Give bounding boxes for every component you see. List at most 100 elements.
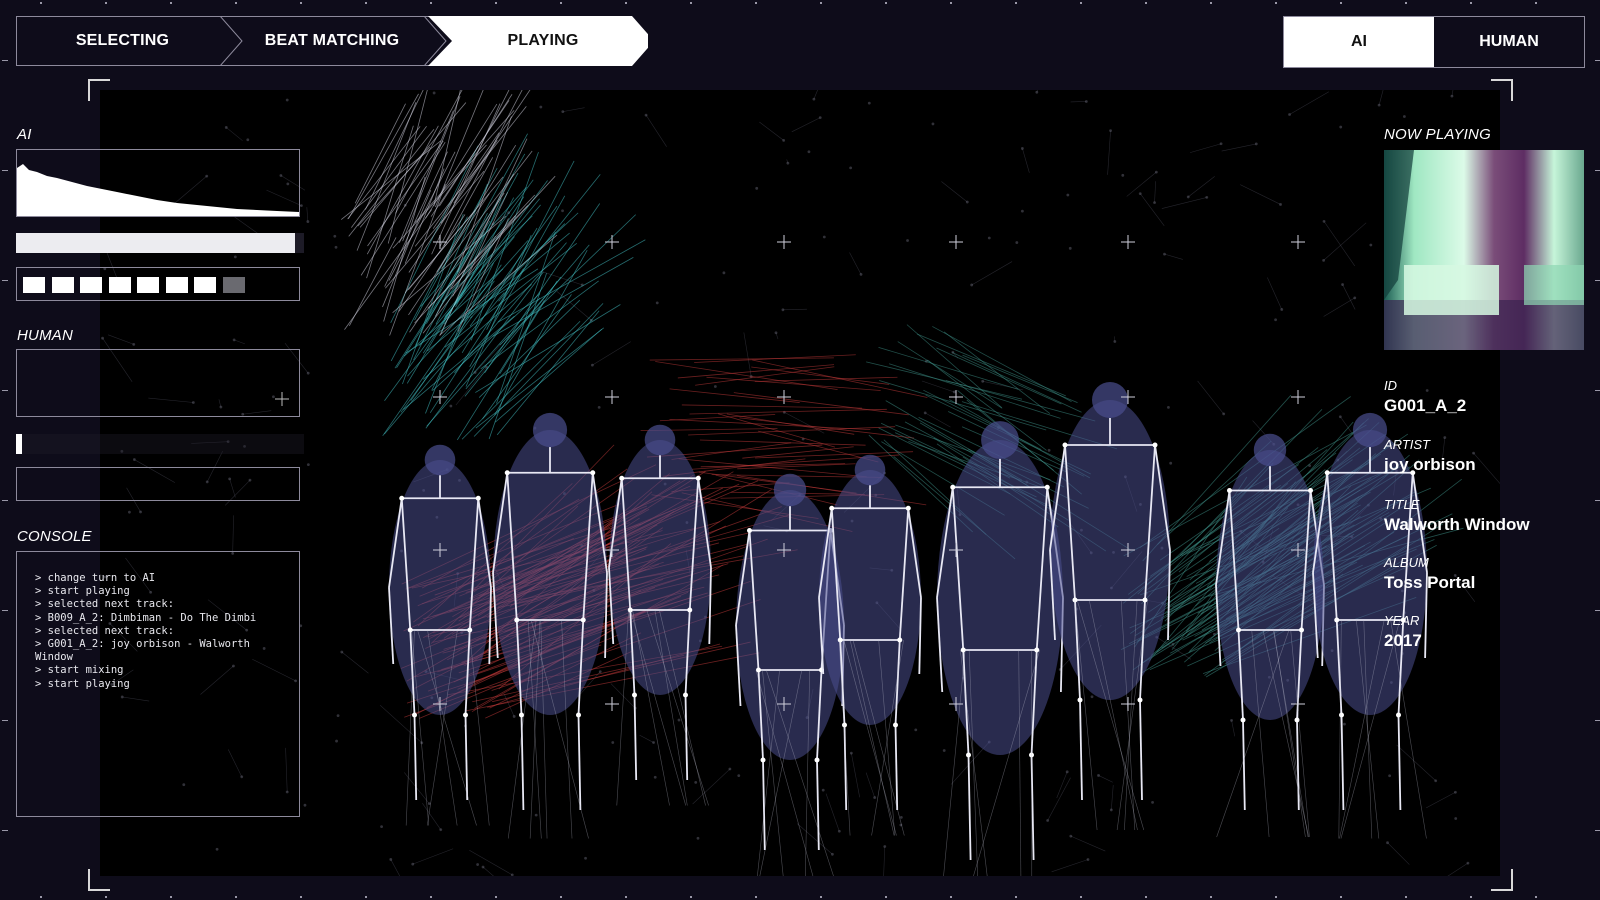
skeleton-bone bbox=[1242, 719, 1246, 811]
network-edge bbox=[1378, 90, 1384, 106]
network-node bbox=[713, 385, 717, 388]
skeleton-joint bbox=[580, 617, 586, 623]
person-head bbox=[773, 473, 807, 507]
network-node bbox=[215, 847, 219, 851]
step-selecting-label: SELECTING bbox=[75, 32, 170, 49]
network-edge bbox=[759, 121, 784, 141]
frame-tick bbox=[885, 896, 887, 898]
frame-tick bbox=[1015, 2, 1017, 4]
console-line: > B009_A_2: Dimbiman - Do The Dimbi bbox=[35, 611, 257, 624]
motion-trail bbox=[384, 292, 505, 435]
step-beat-matching[interactable]: BEAT MATCHING bbox=[228, 16, 436, 66]
motion-trail bbox=[497, 239, 646, 323]
frame-tick bbox=[950, 2, 952, 4]
field-label-artist: ARTIST bbox=[1384, 437, 1430, 452]
network-edge bbox=[482, 866, 494, 876]
network-node bbox=[335, 739, 338, 743]
skeleton-bone bbox=[894, 724, 899, 811]
frame-tick bbox=[755, 896, 757, 898]
motion-trail bbox=[425, 103, 498, 219]
ai-section-label: AI bbox=[17, 126, 32, 143]
frame-tick bbox=[430, 896, 432, 898]
network-node bbox=[1288, 113, 1291, 116]
frame-tick bbox=[1340, 896, 1342, 898]
network-node bbox=[128, 510, 131, 514]
network-edge bbox=[1342, 284, 1356, 310]
network-edge bbox=[107, 334, 134, 345]
skeleton-joint bbox=[1299, 627, 1304, 633]
frame-tick bbox=[755, 2, 757, 4]
field-label-title: TITLE bbox=[1384, 497, 1420, 512]
step-playing[interactable]: PLAYING bbox=[428, 16, 648, 66]
frame-tick bbox=[1080, 2, 1082, 4]
network-edge bbox=[971, 261, 1013, 286]
motion-trail bbox=[932, 326, 1072, 402]
frame-tick bbox=[1340, 2, 1342, 4]
person-head bbox=[1352, 412, 1388, 448]
skeleton-joint bbox=[1240, 717, 1246, 723]
frame-tick bbox=[1210, 2, 1212, 4]
frame-tick bbox=[1210, 896, 1212, 898]
skeleton-joint bbox=[463, 712, 468, 718]
step-beat-matching-label: BEAT MATCHING bbox=[264, 32, 400, 49]
frame-tick bbox=[690, 2, 692, 4]
human-section-label: HUMAN bbox=[17, 327, 73, 344]
network-edge bbox=[849, 252, 862, 275]
beat-indicator bbox=[165, 277, 188, 293]
skeleton-joint bbox=[1034, 647, 1040, 653]
console-line: > selected next track: bbox=[35, 624, 175, 637]
frame-corner bbox=[88, 79, 110, 101]
toggle-human-label: HUMAN bbox=[1479, 33, 1539, 50]
toggle-ai[interactable]: AI bbox=[1284, 17, 1434, 67]
network-node bbox=[1454, 817, 1458, 820]
network-edge bbox=[1161, 197, 1207, 209]
network-node bbox=[449, 404, 453, 408]
frame-tick bbox=[560, 2, 562, 4]
network-edge bbox=[1426, 791, 1456, 809]
network-edge bbox=[1164, 253, 1183, 260]
skeleton-joint bbox=[1324, 470, 1330, 476]
beat-indicator bbox=[23, 277, 45, 293]
ai-progress-track[interactable] bbox=[16, 233, 304, 253]
album-art-image bbox=[1384, 150, 1584, 350]
network-edge bbox=[791, 117, 821, 133]
skeleton-joint bbox=[1137, 697, 1143, 703]
field-label-year: YEAR bbox=[1384, 613, 1420, 628]
network-edge bbox=[1267, 277, 1283, 310]
network-edge bbox=[234, 339, 245, 345]
skeleton-joint bbox=[1152, 442, 1158, 448]
network-edge bbox=[743, 332, 752, 377]
frame-tick bbox=[2, 610, 8, 611]
field-value-year: 2017 bbox=[1384, 631, 1422, 650]
network-edge bbox=[1047, 777, 1071, 821]
skeleton-bone bbox=[1139, 699, 1143, 801]
skeleton-bone bbox=[1340, 714, 1345, 811]
network-edge bbox=[1188, 176, 1215, 198]
frame-tick bbox=[560, 896, 562, 898]
skeleton-joint bbox=[1227, 488, 1232, 493]
beat-indicator bbox=[80, 277, 102, 293]
field-value-title: Walworth Window bbox=[1384, 515, 1530, 534]
console-log: > change turn to AI > start playing > sele… bbox=[35, 572, 285, 691]
network-edge bbox=[645, 114, 667, 147]
skeleton-bone bbox=[464, 714, 469, 801]
network-edge bbox=[562, 107, 585, 112]
toggle-human[interactable]: HUMAN bbox=[1434, 17, 1584, 67]
frame-tick bbox=[1405, 896, 1407, 898]
field-label-album: ALBUM bbox=[1384, 555, 1429, 570]
person-head bbox=[854, 454, 886, 486]
network-node bbox=[755, 186, 759, 190]
network-node bbox=[432, 91, 436, 95]
human-progress-track[interactable] bbox=[16, 434, 304, 454]
frame-tick bbox=[1595, 720, 1600, 721]
network-node bbox=[653, 775, 657, 779]
skeleton-bone bbox=[1079, 699, 1083, 801]
motion-trail bbox=[897, 341, 1003, 409]
network-node bbox=[696, 836, 700, 840]
frame-tick bbox=[300, 2, 302, 4]
motion-trail bbox=[739, 417, 915, 439]
network-node bbox=[1425, 389, 1429, 392]
step-selecting[interactable]: SELECTING bbox=[16, 16, 228, 66]
network-edge bbox=[306, 207, 309, 222]
skeleton-joint bbox=[756, 667, 761, 673]
